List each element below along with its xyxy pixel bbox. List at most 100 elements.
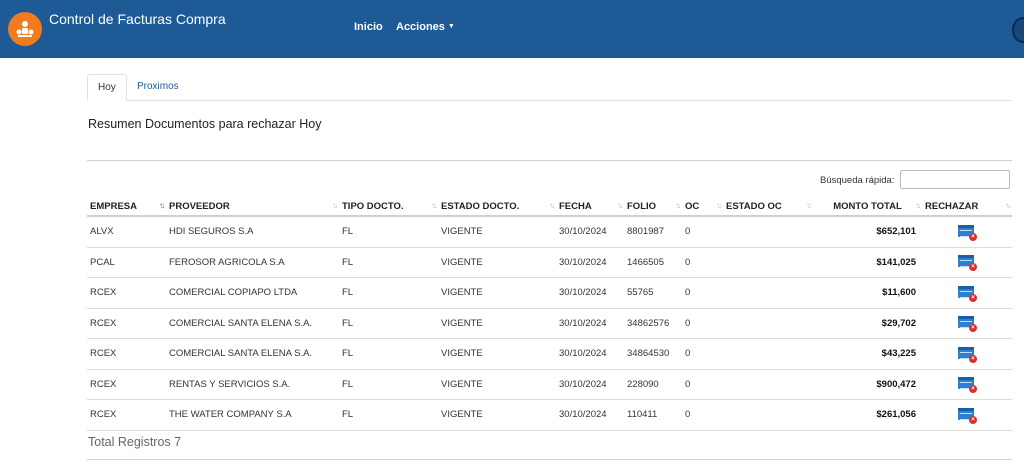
cell-rechazar: × bbox=[922, 277, 1012, 309]
col-header-estado-docto[interactable]: ESTADO DOCTO. ↑↓ bbox=[438, 197, 556, 217]
cell-monto: $141,025 bbox=[813, 247, 922, 278]
cell-fecha: 30/10/2024 bbox=[556, 308, 624, 339]
col-header-monto-total[interactable]: MONTO TOTAL ↑↓ bbox=[813, 197, 922, 217]
cell-empresa: RCEX bbox=[87, 308, 166, 339]
table-row: RCEX COMERCIAL SANTA ELENA S.A. FL VIGENTE 3… bbox=[87, 338, 1012, 370]
cell-monto: $900,472 bbox=[813, 369, 922, 400]
cell-fecha: 30/10/2024 bbox=[556, 247, 624, 278]
cell-proveedor: FEROSOR AGRICOLA S.A bbox=[166, 247, 339, 278]
cell-monto: $29,702 bbox=[813, 308, 922, 339]
section-title: Resumen Documentos para rechazar Hoy bbox=[88, 117, 322, 131]
sort-icon: ↑↓ bbox=[617, 201, 623, 210]
cell-monto: $652,101 bbox=[813, 216, 922, 248]
cell-empresa: RCEX bbox=[87, 369, 166, 400]
cell-rechazar: × bbox=[922, 338, 1012, 370]
tab-proximos[interactable]: Proximos bbox=[127, 74, 189, 100]
sort-icon: ↑↓ bbox=[431, 201, 437, 210]
cell-folio: 1466505 bbox=[624, 247, 682, 278]
search-label: Búsqueda rápida: bbox=[820, 175, 895, 186]
cell-folio: 34862576 bbox=[624, 308, 682, 339]
cell-proveedor: COMERCIAL SANTA ELENA S.A. bbox=[166, 308, 339, 339]
cell-tipo: FL bbox=[339, 399, 438, 431]
sort-icon: ↑↓ bbox=[332, 201, 338, 210]
divider bbox=[87, 160, 1012, 161]
reject-document-icon[interactable]: × bbox=[958, 376, 977, 394]
cell-estado: VIGENTE bbox=[438, 308, 556, 339]
user-avatar[interactable] bbox=[1012, 17, 1024, 43]
caret-down-icon: ▼ bbox=[447, 23, 455, 30]
cell-rechazar: × bbox=[922, 308, 1012, 339]
cell-rechazar: × bbox=[922, 247, 1012, 278]
sort-icon: ↑↓ bbox=[675, 201, 681, 210]
cell-monto: $261,056 bbox=[813, 399, 922, 431]
tab-hoy[interactable]: Hoy bbox=[87, 74, 127, 101]
cell-estado: VIGENTE bbox=[438, 216, 556, 248]
cell-oc: 0 bbox=[682, 308, 723, 339]
reject-document-icon[interactable]: × bbox=[958, 407, 977, 424]
cell-empresa: RCEX bbox=[87, 338, 166, 370]
cell-estado: VIGENTE bbox=[438, 369, 556, 400]
reject-document-icon[interactable]: × bbox=[958, 315, 977, 333]
cell-proveedor: HDI SEGUROS S.A bbox=[166, 216, 339, 248]
cell-monto: $11,600 bbox=[813, 277, 922, 309]
cell-estado-oc bbox=[723, 399, 813, 431]
reject-document-icon[interactable]: × bbox=[958, 346, 977, 363]
table-row: RCEX THE WATER COMPANY S.A FL VIGENTE 30/10/… bbox=[87, 399, 1012, 431]
cell-proveedor: COMERCIAL COPIAPO LTDA bbox=[166, 277, 339, 309]
cell-folio: 110411 bbox=[624, 399, 682, 431]
sort-icon: ↑↓ bbox=[1005, 201, 1011, 210]
reject-document-icon[interactable]: × bbox=[958, 285, 977, 302]
col-header-rechazar[interactable]: RECHAZAR ↑↓ bbox=[922, 197, 1012, 217]
table-row: ALVX HDI SEGUROS S.A FL VIGENTE 30/10/2024 88… bbox=[87, 216, 1012, 248]
reject-document-icon[interactable]: × bbox=[958, 254, 977, 272]
cell-folio: 8801987 bbox=[624, 216, 682, 248]
cell-proveedor: COMERCIAL SANTA ELENA S.A. bbox=[166, 338, 339, 370]
cell-estado-oc bbox=[723, 369, 813, 400]
nav-acciones-dropdown[interactable]: Acciones ▼ bbox=[396, 21, 455, 33]
cell-estado-oc bbox=[723, 216, 813, 248]
cell-fecha: 30/10/2024 bbox=[556, 399, 624, 431]
divider bbox=[87, 459, 1012, 460]
col-header-estado-oc[interactable]: ESTADO OC ↑↓ bbox=[723, 197, 813, 217]
col-header-folio[interactable]: FOLIO ↑↓ bbox=[624, 197, 682, 217]
cell-estado: VIGENTE bbox=[438, 277, 556, 309]
cell-estado-oc bbox=[723, 277, 813, 309]
cell-empresa: PCAL bbox=[87, 247, 166, 278]
cell-empresa: RCEX bbox=[87, 399, 166, 431]
cell-folio: 55765 bbox=[624, 277, 682, 309]
cell-estado-oc bbox=[723, 308, 813, 339]
cell-empresa: ALVX bbox=[87, 216, 166, 248]
documents-table: EMPRESA ↑↓ PROVEEDOR ↑↓ TIPO DOCTO. ↑↓ ESTA… bbox=[87, 197, 1012, 431]
cell-oc: 0 bbox=[682, 247, 723, 278]
cell-tipo: FL bbox=[339, 369, 438, 400]
people-network-icon[interactable] bbox=[8, 12, 42, 46]
cell-tipo: FL bbox=[339, 277, 438, 309]
col-header-fecha[interactable]: FECHA ↑↓ bbox=[556, 197, 624, 217]
col-header-tipo-docto[interactable]: TIPO DOCTO. ↑↓ bbox=[339, 197, 438, 217]
cell-fecha: 30/10/2024 bbox=[556, 369, 624, 400]
cell-estado-oc bbox=[723, 247, 813, 278]
cell-folio: 228090 bbox=[624, 369, 682, 400]
sort-icon: ↑↓ bbox=[915, 201, 921, 210]
reject-document-icon[interactable]: × bbox=[958, 224, 977, 241]
cell-oc: 0 bbox=[682, 369, 723, 400]
nav-acciones-label: Acciones bbox=[396, 21, 445, 33]
cell-tipo: FL bbox=[339, 338, 438, 370]
sort-asc-icon: ↑↓ bbox=[159, 201, 165, 210]
cell-rechazar: × bbox=[922, 369, 1012, 400]
sort-icon: ↑↓ bbox=[716, 201, 722, 210]
col-header-empresa[interactable]: EMPRESA ↑↓ bbox=[87, 197, 166, 217]
col-header-oc[interactable]: OC ↑↓ bbox=[682, 197, 723, 217]
quick-search-input[interactable] bbox=[900, 170, 1010, 189]
cell-oc: 0 bbox=[682, 277, 723, 309]
cell-oc: 0 bbox=[682, 399, 723, 431]
cell-folio: 34864530 bbox=[624, 338, 682, 370]
cell-oc: 0 bbox=[682, 216, 723, 248]
col-header-proveedor[interactable]: PROVEEDOR ↑↓ bbox=[166, 197, 339, 217]
app-title[interactable]: Control de Facturas Compra bbox=[49, 11, 226, 27]
table-row: RCEX COMERCIAL COPIAPO LTDA FL VIGENTE 30/10… bbox=[87, 277, 1012, 309]
sort-icon: ↑↓ bbox=[549, 201, 555, 210]
top-navbar: Control de Facturas Compra Inicio Accion… bbox=[0, 0, 1024, 58]
table-row: RCEX RENTAS Y SERVICIOS S.A. FL VIGENTE 30/1… bbox=[87, 369, 1012, 400]
nav-inicio-link[interactable]: Inicio bbox=[354, 21, 383, 33]
